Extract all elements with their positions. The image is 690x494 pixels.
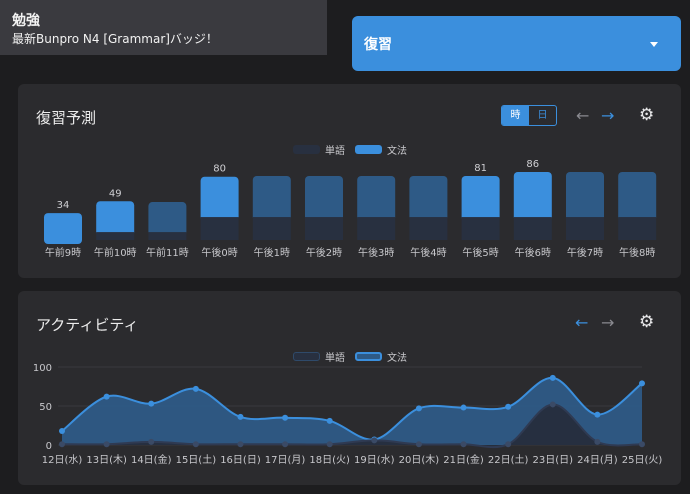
point-vocab	[103, 441, 110, 448]
review-dropdown-label: 復習	[364, 37, 392, 53]
bar-grammar	[566, 172, 604, 222]
bar-grammar	[252, 175, 291, 222]
study-title: 勉強	[12, 13, 40, 29]
point-grammar	[326, 417, 333, 424]
point-vocab	[639, 441, 645, 448]
x-tick-label: 24日(月)	[577, 454, 618, 466]
point-grammar	[505, 403, 512, 410]
bar-grammar	[200, 176, 239, 222]
point-vocab	[460, 441, 467, 448]
bar-value-label: 49	[109, 188, 122, 199]
y-tick-label: 50	[39, 402, 52, 413]
point-grammar	[415, 405, 422, 412]
bar-grammar	[618, 172, 657, 222]
y-tick-label: 100	[33, 363, 52, 374]
x-tick-label: 午後1時	[254, 246, 290, 259]
point-vocab	[148, 438, 155, 445]
point-vocab	[371, 437, 378, 444]
point-vocab	[192, 441, 199, 448]
point-grammar	[460, 404, 467, 411]
bar-value-label: 81	[474, 163, 487, 174]
x-tick-label: 14日(金)	[131, 453, 172, 466]
bar-vocab	[409, 217, 448, 240]
forecast-bar-chart: 34 午前9時 49 午前10時 午前11時 80 午後0時 午後1時 午後2時 午後3時 午後4時…	[44, 159, 657, 259]
bar-vocab	[96, 232, 135, 240]
point-vocab	[505, 441, 512, 448]
bar-value-label: 86	[526, 159, 539, 170]
x-tick-label: 23日(日)	[533, 455, 574, 466]
bar-value-label: 34	[57, 200, 70, 211]
x-tick-label: 15日(土)	[176, 453, 217, 466]
x-tick-label: 21日(金)	[443, 453, 484, 466]
x-tick-label: 17日(月)	[265, 454, 306, 466]
x-tick-label: 午後4時	[410, 246, 446, 259]
activity-area-chart: 100 50 0 12日(水) 13日(木) 14日(金) 15日(土) 16日(日) 17日(…	[33, 363, 663, 466]
point-grammar	[148, 400, 155, 407]
x-tick-label: 25日(火)	[622, 454, 663, 466]
point-grammar	[639, 380, 645, 387]
bar-grammar	[148, 202, 187, 237]
bar-vocab	[305, 217, 343, 240]
bar-value-label: 80	[213, 164, 226, 175]
study-subtitle: 最新Bunpro N4 [Grammar]バッジ！	[12, 32, 218, 46]
point-vocab	[549, 401, 556, 408]
x-tick-label: 午後2時	[306, 246, 342, 259]
x-tick-label: 午後3時	[358, 246, 394, 259]
x-tick-label: 午前11時	[146, 246, 189, 259]
bar-vocab	[461, 217, 500, 240]
bar-vocab	[148, 232, 187, 240]
point-grammar	[282, 414, 289, 421]
x-tick-label: 18日(火)	[309, 454, 350, 466]
x-tick-label: 午前10時	[94, 246, 137, 259]
point-vocab	[237, 441, 244, 448]
point-grammar	[549, 374, 556, 381]
bar-vocab	[513, 217, 552, 240]
x-tick-label: 午後5時	[462, 246, 498, 259]
x-tick-label: 午後8時	[619, 246, 655, 259]
point-grammar	[103, 393, 110, 400]
review-dropdown[interactable]: 復習	[352, 16, 681, 71]
bar-grammar	[513, 172, 552, 222]
bar-vocab	[618, 217, 657, 240]
x-tick-label: 午後6時	[515, 246, 551, 259]
point-grammar	[594, 411, 601, 418]
point-vocab	[326, 441, 333, 448]
point-vocab	[282, 441, 289, 448]
x-tick-label: 19日(水)	[354, 454, 395, 466]
study-card[interactable]: 勉強 最新Bunpro N4 [Grammar]バッジ！ 2	[0, 0, 678, 55]
bar-vocab	[200, 217, 239, 240]
bar-grammar	[305, 175, 343, 222]
activity-card: アクティビティ ← → ⚙ 単語 文法 100 50 0 12日(水) 13日(木) 14…	[18, 291, 681, 485]
bar-vocab	[566, 217, 604, 240]
bar-grammar	[461, 175, 500, 222]
point-vocab	[594, 438, 601, 445]
y-tick-label: 0	[46, 441, 52, 452]
x-tick-label: 午後0時	[201, 246, 237, 259]
x-tick-label: 20日(木)	[399, 454, 440, 466]
review-forecast-card: 復習予測 時 日 ← → ⚙ 単語 文法 34 午前9時 49 午前10時 午前11時 8…	[18, 84, 681, 278]
bar-grammar	[96, 201, 135, 237]
bar-grammar	[44, 213, 82, 244]
x-tick-label: 12日(水)	[42, 454, 83, 466]
chevron-down-icon	[650, 42, 658, 47]
point-vocab	[415, 441, 422, 448]
x-tick-label: 午前9時	[45, 246, 81, 259]
x-tick-label: 午後7時	[567, 246, 603, 259]
point-vocab	[59, 441, 65, 448]
bar-grammar	[409, 175, 448, 222]
bar-grammar	[357, 175, 396, 222]
x-tick-label: 22日(土)	[488, 453, 529, 466]
point-grammar	[237, 413, 244, 420]
x-tick-label: 13日(木)	[86, 454, 127, 466]
x-tick-label: 16日(日)	[220, 455, 261, 466]
bar-vocab	[357, 217, 396, 240]
point-grammar	[192, 385, 199, 392]
point-grammar	[59, 427, 65, 434]
bar-vocab	[252, 217, 291, 240]
